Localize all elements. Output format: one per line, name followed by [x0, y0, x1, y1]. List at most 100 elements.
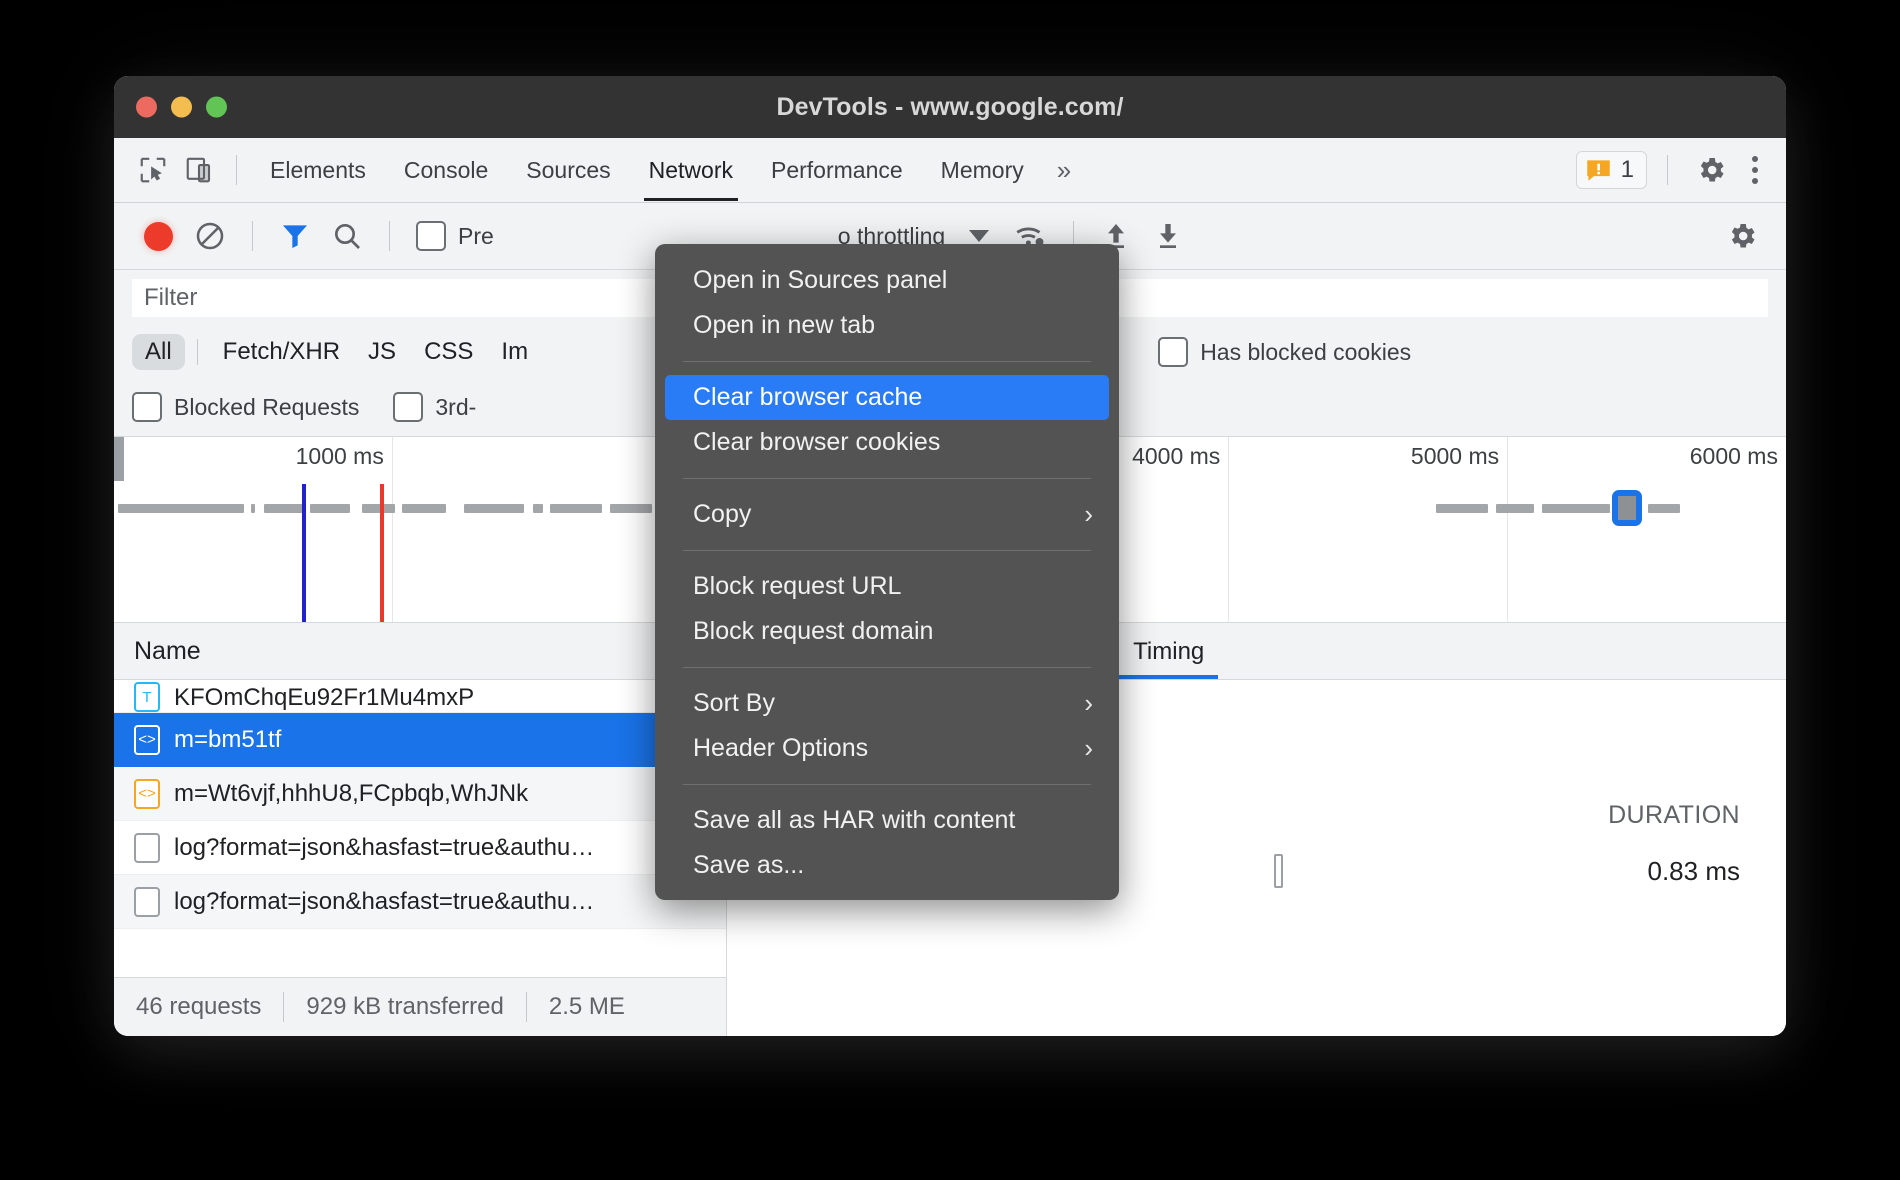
- request-name: m=bm51tf: [174, 726, 281, 754]
- search-icon: [331, 220, 363, 252]
- menu-item-open-in-sources-panel[interactable]: Open in Sources panel: [665, 258, 1109, 303]
- overview-request-bar: [402, 504, 446, 513]
- filter-button[interactable]: [271, 212, 319, 260]
- tab-timing[interactable]: Timing: [1113, 624, 1224, 679]
- clear-button[interactable]: [186, 212, 234, 260]
- third-party-requests-label: 3rd-: [435, 394, 476, 421]
- tab-console[interactable]: Console: [385, 139, 507, 201]
- export-har-button[interactable]: [1144, 212, 1192, 260]
- request-table-body[interactable]: T KFOmChqEu92Fr1Mu4mxP <> m=bm51tf <> m=…: [114, 680, 726, 977]
- table-row[interactable]: <> m=Wt6vjf,hhhU8,FCpbqb,WhJNk: [114, 767, 726, 821]
- has-blocked-cookies-checkbox[interactable]: Has blocked cookies: [1158, 337, 1411, 367]
- menu-separator: [683, 478, 1091, 479]
- chip-css[interactable]: CSS: [411, 334, 486, 370]
- chevron-right-icon: ›: [1084, 499, 1093, 530]
- warning-badge[interactable]: 1: [1576, 151, 1647, 189]
- overview-request-bar: [1496, 504, 1534, 513]
- toolbar-divider-2: [389, 221, 390, 251]
- search-button[interactable]: [323, 212, 371, 260]
- menu-separator: [683, 361, 1091, 362]
- overview-cell-5000: 5000 ms: [1229, 437, 1508, 622]
- overview-request-bar: [610, 504, 652, 513]
- other-type-icon: [134, 833, 160, 863]
- tab-performance[interactable]: Performance: [752, 139, 922, 201]
- chip-js[interactable]: JS: [355, 334, 409, 370]
- preserve-log-checkbox[interactable]: Pre: [416, 221, 494, 251]
- table-row[interactable]: log?format=json&hasfast=true&authu…: [114, 875, 726, 929]
- filter-funnel-icon: [279, 220, 311, 252]
- maximize-window-button[interactable]: [206, 97, 227, 118]
- chip-img[interactable]: Im: [488, 334, 541, 370]
- tab-elements[interactable]: Elements: [251, 139, 385, 201]
- tab-sources[interactable]: Sources: [507, 139, 629, 201]
- menu-item-clear-browser-cache[interactable]: Clear browser cache: [665, 375, 1109, 420]
- minimize-window-button[interactable]: [171, 97, 192, 118]
- record-icon: [144, 222, 173, 251]
- menu-item-save-all-as-har-with-content[interactable]: Save all as HAR with content: [665, 798, 1109, 843]
- third-party-requests-checkbox[interactable]: 3rd-: [393, 392, 476, 422]
- overview-request-bar: [1648, 504, 1680, 513]
- blocked-requests-checkbox[interactable]: Blocked Requests: [132, 392, 359, 422]
- menu-separator: [683, 550, 1091, 551]
- overview-scroll-handle[interactable]: [114, 437, 124, 481]
- menu-item-block-request-domain[interactable]: Block request domain: [665, 609, 1109, 654]
- overview-tick-5000: 5000 ms: [1411, 443, 1499, 470]
- warning-speech-bubble-icon: [1585, 157, 1612, 184]
- request-name: log?format=json&hasfast=true&authu…: [174, 834, 594, 862]
- checkbox-box: [1158, 337, 1188, 367]
- menu-item-sort-by[interactable]: Sort By ›: [665, 681, 1109, 726]
- overview-request-bar: [464, 504, 524, 513]
- tab-network[interactable]: Network: [630, 139, 752, 201]
- has-blocked-cookies-label: Has blocked cookies: [1200, 339, 1411, 366]
- request-list-pane: Name T KFOmChqEu92Fr1Mu4mxP <> m=bm51tf …: [114, 623, 727, 1036]
- warning-count: 1: [1621, 156, 1634, 184]
- panel-tab-list: Elements Console Sources Network Perform…: [251, 139, 1082, 201]
- request-table-header[interactable]: Name: [114, 623, 726, 680]
- menu-item-save-as[interactable]: Save as...: [665, 843, 1109, 888]
- export-har-icon: [1152, 220, 1184, 252]
- gear-icon[interactable]: [1688, 147, 1734, 193]
- table-row[interactable]: T KFOmChqEu92Fr1Mu4mxP: [114, 680, 726, 713]
- network-context-menu[interactable]: Open in Sources panel Open in new tab Cl…: [655, 244, 1119, 900]
- toolbar-divider: [236, 155, 237, 185]
- record-button[interactable]: [134, 212, 182, 260]
- close-window-button[interactable]: [136, 97, 157, 118]
- other-type-icon: [134, 887, 160, 917]
- chip-fetch-xhr[interactable]: Fetch/XHR: [210, 334, 353, 370]
- table-row[interactable]: log?format=json&hasfast=true&authu…: [114, 821, 726, 875]
- tab-memory[interactable]: Memory: [922, 139, 1043, 201]
- status-requests-count: 46 requests: [136, 993, 261, 1021]
- network-settings-gear-icon[interactable]: [1718, 212, 1766, 260]
- request-name: KFOmChqEu92Fr1Mu4mxP: [174, 684, 474, 712]
- devtools-tabbar: Elements Console Sources Network Perform…: [114, 138, 1786, 203]
- menu-item-block-request-url[interactable]: Block request URL: [665, 564, 1109, 609]
- toolbar-divider-1: [252, 221, 253, 251]
- menu-separator: [683, 667, 1091, 668]
- overview-tick-4000: 4000 ms: [1132, 443, 1220, 470]
- menu-item-clear-browser-cookies[interactable]: Clear browser cookies: [665, 420, 1109, 465]
- chip-all[interactable]: All: [132, 334, 185, 370]
- chevron-right-icon: ›: [1084, 733, 1093, 764]
- timing-bar: [1274, 854, 1283, 888]
- traffic-light-buttons[interactable]: [136, 97, 227, 118]
- screen: DevTools - www.google.com/ Elements Cons…: [0, 0, 1900, 1180]
- inspect-element-icon[interactable]: [130, 147, 176, 193]
- menu-item-open-in-new-tab[interactable]: Open in new tab: [665, 303, 1109, 348]
- window-title: DevTools - www.google.com/: [114, 93, 1786, 122]
- table-row[interactable]: <> m=bm51tf: [114, 713, 726, 767]
- overview-request-bar: [264, 504, 304, 513]
- kebab-menu-icon[interactable]: [1740, 156, 1770, 184]
- menu-item-copy[interactable]: Copy ›: [665, 492, 1109, 537]
- overview-selected-request-bar[interactable]: [1618, 496, 1636, 520]
- menu-item-header-options[interactable]: Header Options ›: [665, 726, 1109, 771]
- overview-cell-2000: [393, 437, 672, 622]
- device-toolbar-icon[interactable]: [176, 147, 222, 193]
- tabbar-right-controls: 1: [1576, 147, 1770, 193]
- timing-row-duration: 0.83 ms: [1648, 856, 1741, 887]
- overview-tick-6000: 6000 ms: [1690, 443, 1778, 470]
- doc-type-icon: T: [134, 682, 160, 712]
- devtools-window: DevTools - www.google.com/ Elements Cons…: [114, 76, 1786, 1036]
- more-tabs-icon[interactable]: »: [1043, 155, 1082, 186]
- overview-request-bar: [1436, 504, 1488, 513]
- request-name: m=Wt6vjf,hhhU8,FCpbqb,WhJNk: [174, 780, 528, 808]
